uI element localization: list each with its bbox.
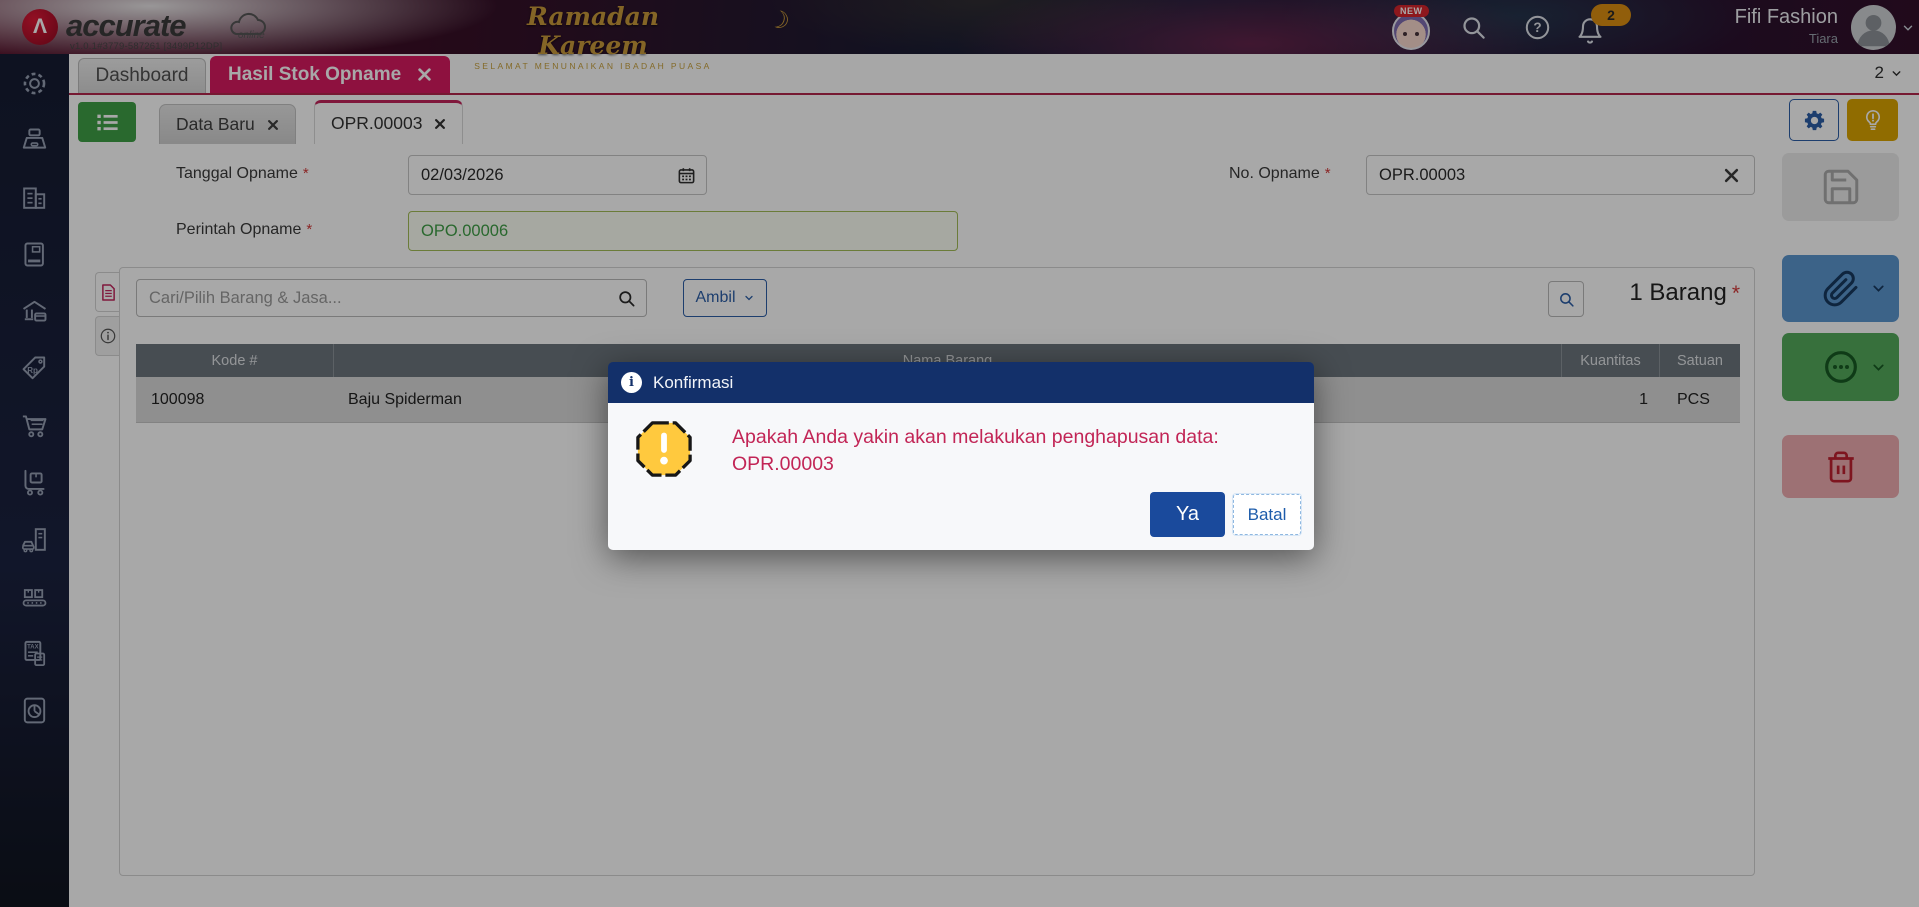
info-icon: i	[621, 372, 642, 393]
confirmation-dialog: i Konfirmasi Apakah Anda yakin akan mela…	[608, 362, 1314, 550]
dialog-actions: Ya Batal	[1150, 492, 1301, 537]
dialog-title: Konfirmasi	[653, 372, 734, 392]
yes-button[interactable]: Ya	[1150, 492, 1225, 537]
cancel-button[interactable]: Batal	[1233, 494, 1301, 535]
dialog-header: i Konfirmasi	[608, 362, 1314, 403]
dialog-message: Apakah Anda yakin akan melakukan penghap…	[732, 426, 1219, 475]
dialog-body: Apakah Anda yakin akan melakukan penghap…	[608, 403, 1314, 550]
app-root: Λ accurate online v1.0.1#3779-587261 [34…	[0, 0, 1919, 907]
warning-icon	[636, 421, 692, 477]
